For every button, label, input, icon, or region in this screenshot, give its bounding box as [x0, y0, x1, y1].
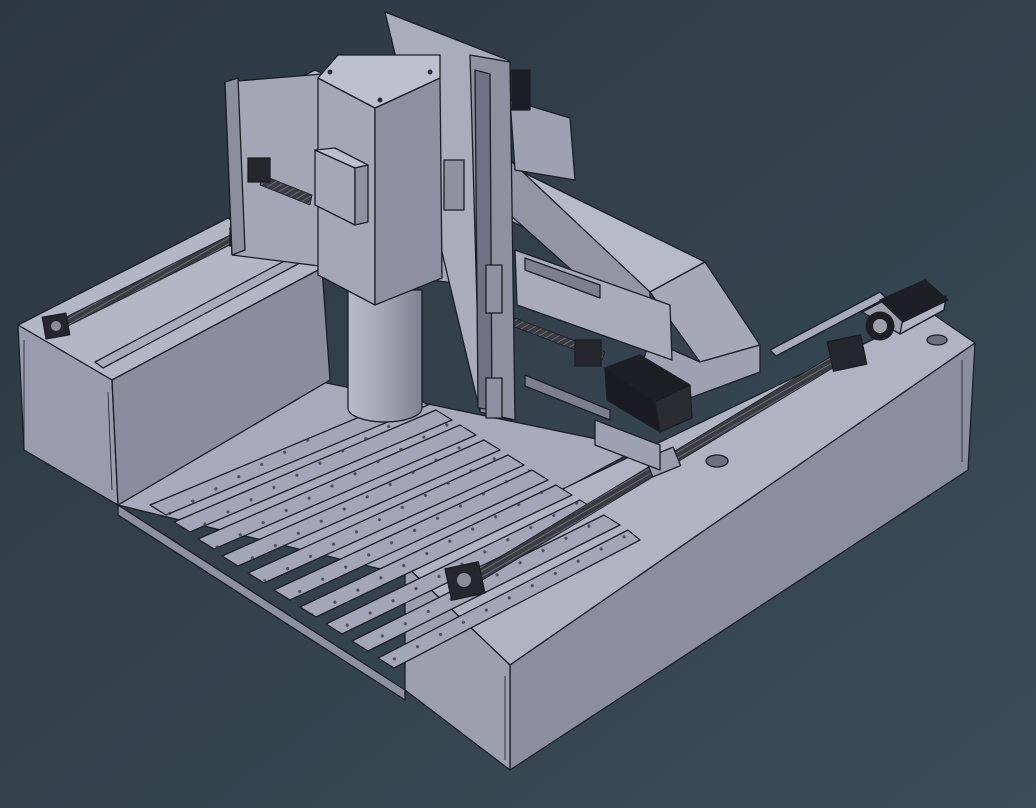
bearing-block-icon: [826, 334, 868, 372]
bearing-block-icon: [41, 312, 71, 340]
bearing-block-icon: [247, 157, 271, 183]
cnc-model-render[interactable]: [0, 0, 1036, 808]
z-carriage-block: [485, 377, 503, 419]
stepper-motor-icon: [511, 69, 531, 111]
z-rail: [474, 69, 493, 411]
bolt: [377, 97, 383, 103]
bearing-block-icon: [444, 561, 486, 601]
bolt: [427, 69, 433, 75]
spindle-column-side: [374, 77, 443, 306]
bearing-block-icon: [574, 339, 602, 367]
mount-hole: [705, 454, 729, 468]
z-carriage-block: [443, 159, 465, 211]
spindle-icon: [347, 289, 423, 423]
z-carriage-block: [485, 264, 503, 314]
mount-hole: [926, 334, 948, 346]
cad-viewport[interactable]: [0, 0, 1036, 808]
bolt: [327, 69, 333, 75]
spindle-connector-side: [354, 164, 369, 226]
